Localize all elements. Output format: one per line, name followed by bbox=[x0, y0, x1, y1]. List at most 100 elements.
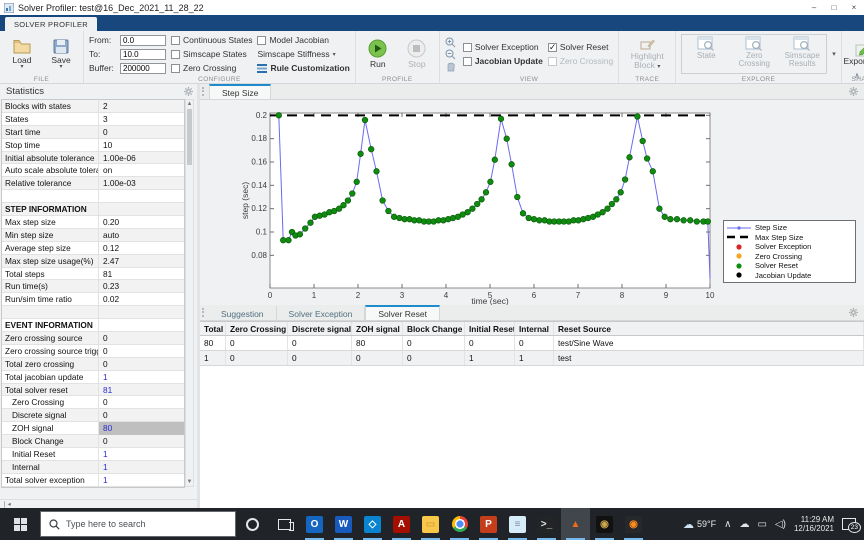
buffer-input[interactable] bbox=[120, 62, 166, 74]
simscape-states-checkbox[interactable]: Simscape States bbox=[171, 48, 252, 61]
stats-row[interactable]: Zero crossing source 0 bbox=[2, 332, 184, 345]
explore-more-caret[interactable]: ▾ bbox=[832, 50, 836, 58]
column-header[interactable]: Discrete signal bbox=[288, 322, 352, 335]
tab-solver-profiler[interactable]: SOLVER PROFILER bbox=[5, 17, 97, 31]
save-button[interactable]: Save ▾ bbox=[44, 39, 78, 70]
stats-row[interactable]: Stop time 10 bbox=[2, 138, 184, 152]
stats-row[interactable]: Start time 0 bbox=[2, 125, 184, 139]
scroll-left-icon[interactable]: ❘◂ bbox=[2, 500, 11, 508]
jacobian-update-checkbox[interactable]: Jacobian Update bbox=[462, 55, 543, 68]
stats-row[interactable]: Zero crossing source triggered 0 bbox=[2, 344, 184, 358]
stats-value[interactable]: 81 bbox=[99, 384, 184, 397]
statistics-vertical-scrollbar[interactable]: ▲ ▼ bbox=[185, 99, 194, 487]
notification-icon[interactable]: 23 bbox=[842, 518, 861, 533]
stats-row[interactable]: Average step size 0.12 bbox=[2, 241, 184, 255]
display-icon[interactable]: ▭ bbox=[757, 519, 766, 530]
stats-row[interactable]: Min step size auto bbox=[2, 228, 184, 242]
column-header[interactable]: Block Change bbox=[403, 322, 465, 335]
file-explorer-taskbar-button[interactable]: ▭ bbox=[416, 508, 445, 540]
stats-row[interactable]: Discrete signal 0 bbox=[2, 409, 184, 423]
stats-row[interactable]: ZOH signal 80 bbox=[2, 422, 184, 436]
stats-row[interactable]: Internal 1 bbox=[2, 460, 184, 474]
tab-suggestion[interactable]: Suggestion bbox=[209, 305, 277, 320]
stats-row[interactable]: Initial Reset 1 bbox=[2, 448, 184, 461]
stats-row[interactable]: Total jacobian update 1 bbox=[2, 370, 184, 384]
export-tab-button[interactable]: Export Tab bbox=[844, 42, 864, 66]
stats-row[interactable]: STEP INFORMATION bbox=[2, 203, 184, 217]
stats-row[interactable]: Auto scale absolute tolerance on bbox=[2, 164, 184, 178]
stats-row[interactable]: Blocks with states 2 bbox=[2, 100, 184, 113]
scroll-down-icon[interactable]: ▼ bbox=[187, 478, 193, 486]
run-button[interactable]: Run bbox=[361, 39, 395, 69]
solver-reset-checkbox[interactable]: Solver Reset bbox=[547, 41, 613, 54]
rule-customization-button[interactable]: Rule Customization bbox=[257, 62, 350, 75]
scroll-up-icon[interactable]: ▲ bbox=[187, 100, 193, 108]
task-view-button[interactable] bbox=[268, 508, 300, 540]
stats-value[interactable]: 1 bbox=[99, 474, 184, 487]
continuous-states-checkbox[interactable]: Continuous States bbox=[171, 34, 252, 47]
stats-row[interactable]: Relative tolerance 1.00e-03 bbox=[2, 177, 184, 191]
chrome-taskbar-button[interactable] bbox=[445, 508, 474, 540]
minimize-button[interactable]: – bbox=[804, 1, 824, 15]
stats-row[interactable]: Max step size 0.20 bbox=[2, 216, 184, 229]
clock[interactable]: 11:29 AM 12/16/2021 bbox=[794, 515, 834, 533]
column-header[interactable]: Internal bbox=[515, 322, 554, 335]
zoom-in-icon[interactable] bbox=[445, 37, 456, 48]
column-header[interactable]: ZOH signal bbox=[352, 322, 403, 335]
collapse-ribbon-icon[interactable]: ∧ bbox=[854, 71, 860, 80]
stats-row[interactable]: States 3 bbox=[2, 112, 184, 126]
stats-row[interactable]: Run/sim time ratio 0.02 bbox=[2, 293, 184, 307]
stats-row[interactable]: Total zero crossing 0 bbox=[2, 357, 184, 371]
stats-value[interactable]: 1 bbox=[99, 461, 184, 474]
statistics-horizontal-scrollbar[interactable]: ❘◂ bbox=[0, 499, 197, 508]
close-button[interactable]: × bbox=[844, 1, 864, 15]
scrollbar-thumb[interactable] bbox=[187, 109, 192, 165]
acrobat-taskbar-button[interactable]: A bbox=[387, 508, 416, 540]
column-header[interactable]: Reset Source bbox=[554, 322, 864, 335]
model-jacobian-checkbox[interactable]: Model Jacobian bbox=[257, 34, 349, 47]
stats-row[interactable]: EVENT INFORMATION bbox=[2, 319, 184, 333]
stats-row[interactable]: Initial absolute tolerance 1.00e-06 bbox=[2, 151, 184, 165]
terminal-taskbar-button[interactable]: >_ bbox=[532, 508, 561, 540]
stats-row[interactable]: Total solver exception 1 bbox=[2, 473, 184, 487]
stats-value[interactable]: 80 bbox=[99, 422, 184, 435]
column-header[interactable]: Initial Reset bbox=[465, 322, 515, 335]
table-row[interactable]: 1 0 0 0 0 1 1 test bbox=[200, 351, 864, 366]
stats-value[interactable]: 1 bbox=[99, 371, 184, 384]
column-header[interactable]: Total bbox=[200, 322, 226, 335]
stats-value[interactable]: 1 bbox=[99, 448, 184, 461]
stats-row[interactable]: Max step size usage(%) 2.47 bbox=[2, 254, 184, 268]
maximize-button[interactable]: □ bbox=[824, 1, 844, 15]
stats-row[interactable]: Total steps 81 bbox=[2, 267, 184, 281]
table-row[interactable]: 80 0 0 80 0 0 0 test/Sine Wave bbox=[200, 336, 864, 351]
tab-step-size[interactable]: Step Size bbox=[209, 84, 272, 99]
to-input[interactable] bbox=[120, 48, 166, 60]
gear-icon[interactable] bbox=[849, 308, 858, 317]
speaker-icon[interactable]: ◁) bbox=[775, 519, 786, 530]
simscape-stiffness-dropdown[interactable]: Simscape Stiffness ▾ bbox=[257, 48, 349, 61]
stats-row[interactable]: Zero Crossing 0 bbox=[2, 396, 184, 410]
column-header[interactable]: Zero Crossing bbox=[226, 322, 288, 335]
taskbar-search[interactable]: Type here to search bbox=[40, 511, 236, 537]
stats-row[interactable]: Total solver reset 81 bbox=[2, 383, 184, 397]
zoom-out-icon[interactable] bbox=[445, 49, 456, 60]
weather-widget[interactable]: ☁ 59°F bbox=[683, 518, 716, 531]
powerpoint-taskbar-button[interactable]: P bbox=[474, 508, 503, 540]
stats-row[interactable] bbox=[2, 190, 184, 204]
pan-hand-icon[interactable] bbox=[445, 61, 456, 72]
dark-circle-app-taskbar-button[interactable]: ◉ bbox=[590, 508, 619, 540]
matlab-taskbar-button[interactable]: ▲ bbox=[561, 508, 590, 540]
stats-row[interactable]: Run time(s) 0.23 bbox=[2, 280, 184, 294]
tab-solver-reset[interactable]: Solver Reset bbox=[365, 305, 441, 320]
gear-icon[interactable] bbox=[184, 87, 193, 96]
notepad-taskbar-button[interactable]: ≡ bbox=[503, 508, 532, 540]
tab-solver-exception[interactable]: Solver Exception bbox=[277, 305, 366, 320]
capture-app-taskbar-button[interactable]: ◉ bbox=[619, 508, 648, 540]
stats-row[interactable]: Block Change 0 bbox=[2, 435, 184, 449]
company-portal-taskbar-button[interactable]: ◇ bbox=[358, 508, 387, 540]
chevron-up-icon[interactable]: ∧ bbox=[724, 519, 731, 530]
outlook-taskbar-button[interactable]: O bbox=[300, 508, 329, 540]
load-button[interactable]: Load ▾ bbox=[5, 39, 39, 70]
zero-crossing-checkbox[interactable]: Zero Crossing bbox=[171, 62, 252, 75]
stats-row[interactable] bbox=[2, 306, 184, 320]
